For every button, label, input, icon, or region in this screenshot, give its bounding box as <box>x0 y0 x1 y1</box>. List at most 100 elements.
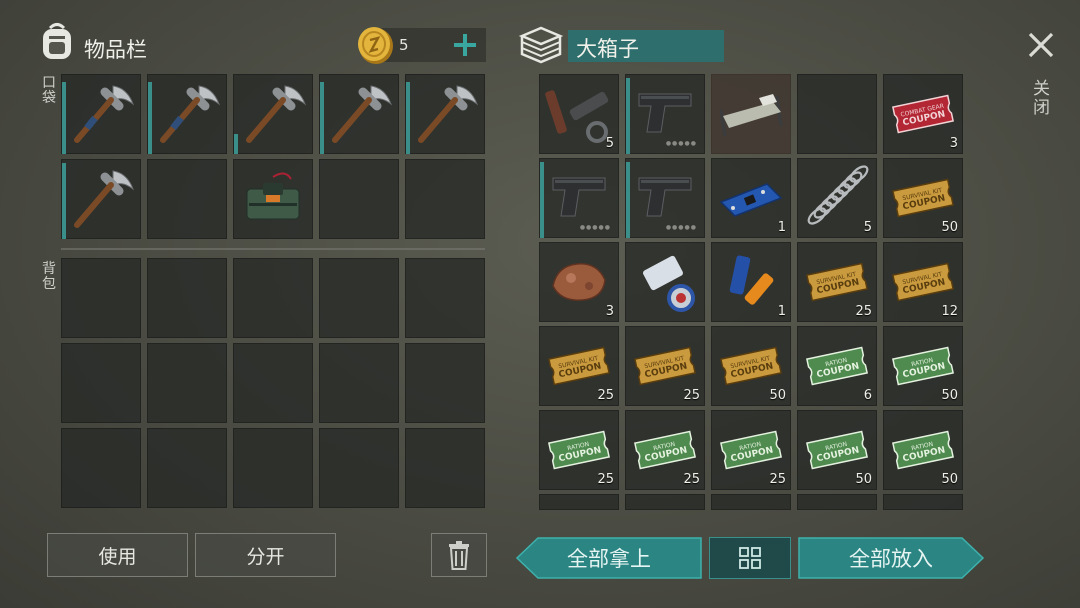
bed-icon <box>719 94 783 137</box>
item-quantity: 5 <box>863 220 872 235</box>
pocket-slot[interactable] <box>233 159 313 239</box>
container-slot[interactable] <box>711 74 791 154</box>
backpack-slot[interactable] <box>61 343 141 423</box>
container-slot[interactable]: RATION COUPON 25 <box>625 410 705 490</box>
item-quantity: 25 <box>683 472 700 487</box>
adhesive-tape-icon <box>643 255 695 312</box>
backpack-slot[interactable] <box>233 343 313 423</box>
backpack-slot[interactable] <box>147 343 227 423</box>
backpack-slot[interactable] <box>405 343 485 423</box>
container-slot[interactable]: SURVIVAL KIT COUPON 25 <box>539 326 619 406</box>
grid-icon <box>739 547 761 569</box>
container-slot[interactable]: SURVIVAL KIT COUPON 50 <box>883 158 963 238</box>
backpack-slot[interactable] <box>405 258 485 338</box>
container-slot[interactable]: ●●●●● <box>625 74 705 154</box>
container-slot[interactable] <box>797 74 877 154</box>
container-slot[interactable]: RATION COUPON 50 <box>883 326 963 406</box>
item-quantity: 50 <box>941 220 958 235</box>
ammo-indicator: ●●●●● <box>579 224 611 231</box>
section-divider <box>61 248 485 250</box>
item-quantity: 25 <box>769 472 786 487</box>
plus-icon <box>454 34 476 56</box>
pocket-slot[interactable] <box>147 159 227 239</box>
pocket-slot[interactable] <box>319 159 399 239</box>
item-quantity: 3 <box>605 304 614 319</box>
gold-coin-icon <box>356 24 396 66</box>
backpack-slot[interactable] <box>405 428 485 508</box>
item-quantity: 25 <box>855 304 872 319</box>
item-quantity: 50 <box>941 388 958 403</box>
pickaxe-icon <box>332 85 393 143</box>
item-quantity: 12 <box>941 304 958 319</box>
backpack-slot[interactable] <box>319 343 399 423</box>
item-quantity: 50 <box>769 388 786 403</box>
container-slot[interactable]: 1 <box>711 158 791 238</box>
backpack-slot[interactable] <box>319 428 399 508</box>
coin-amount: 5 <box>399 36 409 54</box>
container-slot[interactable]: SURVIVAL KIT COUPON 50 <box>711 326 791 406</box>
pocket-slot[interactable] <box>405 74 485 154</box>
backpack-slot[interactable] <box>233 428 313 508</box>
close-button[interactable]: 关闭 <box>1022 28 1060 132</box>
item-quantity: 25 <box>683 388 700 403</box>
container-slot[interactable]: ●●●●● <box>625 158 705 238</box>
container-slot[interactable]: RATION COUPON 50 <box>797 410 877 490</box>
backpack-slot[interactable] <box>61 258 141 338</box>
split-button[interactable]: 分开 <box>195 533 336 577</box>
pocket-slot[interactable] <box>319 74 399 154</box>
container-slot[interactable]: ●●●●● <box>539 158 619 238</box>
backpack-label: 背包 <box>42 261 56 292</box>
container-slot-partial[interactable] <box>539 494 619 510</box>
box-icon <box>518 24 564 64</box>
container-slot[interactable] <box>625 242 705 322</box>
container-slot[interactable]: RATION COUPON 25 <box>539 410 619 490</box>
pickaxe-icon <box>160 85 221 143</box>
container-slot[interactable]: 5 <box>797 158 877 238</box>
use-button[interactable]: 使用 <box>47 533 188 577</box>
trash-icon <box>449 541 469 570</box>
add-coins-button[interactable] <box>452 31 478 59</box>
container-slot[interactable]: COMBAT GEAR COUPON 3 <box>883 74 963 154</box>
pocket-slot[interactable] <box>405 159 485 239</box>
container-slot[interactable]: RATION COUPON 25 <box>711 410 791 490</box>
container-slot[interactable]: SURVIVAL KIT COUPON 25 <box>625 326 705 406</box>
container-title: 大箱子 <box>576 37 639 61</box>
pocket-slot[interactable] <box>61 159 141 239</box>
container-slot-partial[interactable] <box>797 494 877 510</box>
backpack-slot[interactable] <box>61 428 141 508</box>
backpack-slot[interactable] <box>233 258 313 338</box>
container-slot[interactable]: RATION COUPON 6 <box>797 326 877 406</box>
close-icon <box>1028 32 1054 58</box>
container-name-field[interactable]: 大箱子 <box>568 30 724 62</box>
item-quantity: 6 <box>863 388 872 403</box>
put-all-button[interactable]: 全部放入 <box>798 537 984 579</box>
item-quantity: 50 <box>941 472 958 487</box>
ammo-indicator: ●●●●● <box>665 140 697 147</box>
container-slot[interactable]: 3 <box>539 242 619 322</box>
item-quantity: 3 <box>949 136 958 151</box>
pickaxe-icon <box>74 85 135 143</box>
container-slot-partial[interactable] <box>625 494 705 510</box>
backpack-slot[interactable] <box>319 258 399 338</box>
take-all-label: 全部拿上 <box>567 547 651 571</box>
container-slot[interactable]: SURVIVAL KIT COUPON 12 <box>883 242 963 322</box>
pocket-slot[interactable] <box>233 74 313 154</box>
pickaxe-icon <box>246 85 307 143</box>
backpack-slot[interactable] <box>147 428 227 508</box>
pickaxe-icon <box>74 170 135 228</box>
trash-button[interactable] <box>431 533 487 577</box>
sort-grid-button[interactable] <box>709 537 791 579</box>
container-slot[interactable]: 1 <box>711 242 791 322</box>
container-slot[interactable]: RATION COUPON 50 <box>883 410 963 490</box>
container-slot[interactable]: 5 <box>539 74 619 154</box>
item-quantity: 5 <box>605 136 614 151</box>
container-slot-partial[interactable] <box>883 494 963 510</box>
ammo-indicator: ●●●●● <box>665 224 697 231</box>
backpack-slot[interactable] <box>147 258 227 338</box>
container-slot-partial[interactable] <box>711 494 791 510</box>
pocket-slot[interactable] <box>61 74 141 154</box>
take-all-button[interactable]: 全部拿上 <box>516 537 702 579</box>
pocket-slot[interactable] <box>147 74 227 154</box>
pocket-label: 口袋 <box>42 75 56 106</box>
container-slot[interactable]: SURVIVAL KIT COUPON 25 <box>797 242 877 322</box>
